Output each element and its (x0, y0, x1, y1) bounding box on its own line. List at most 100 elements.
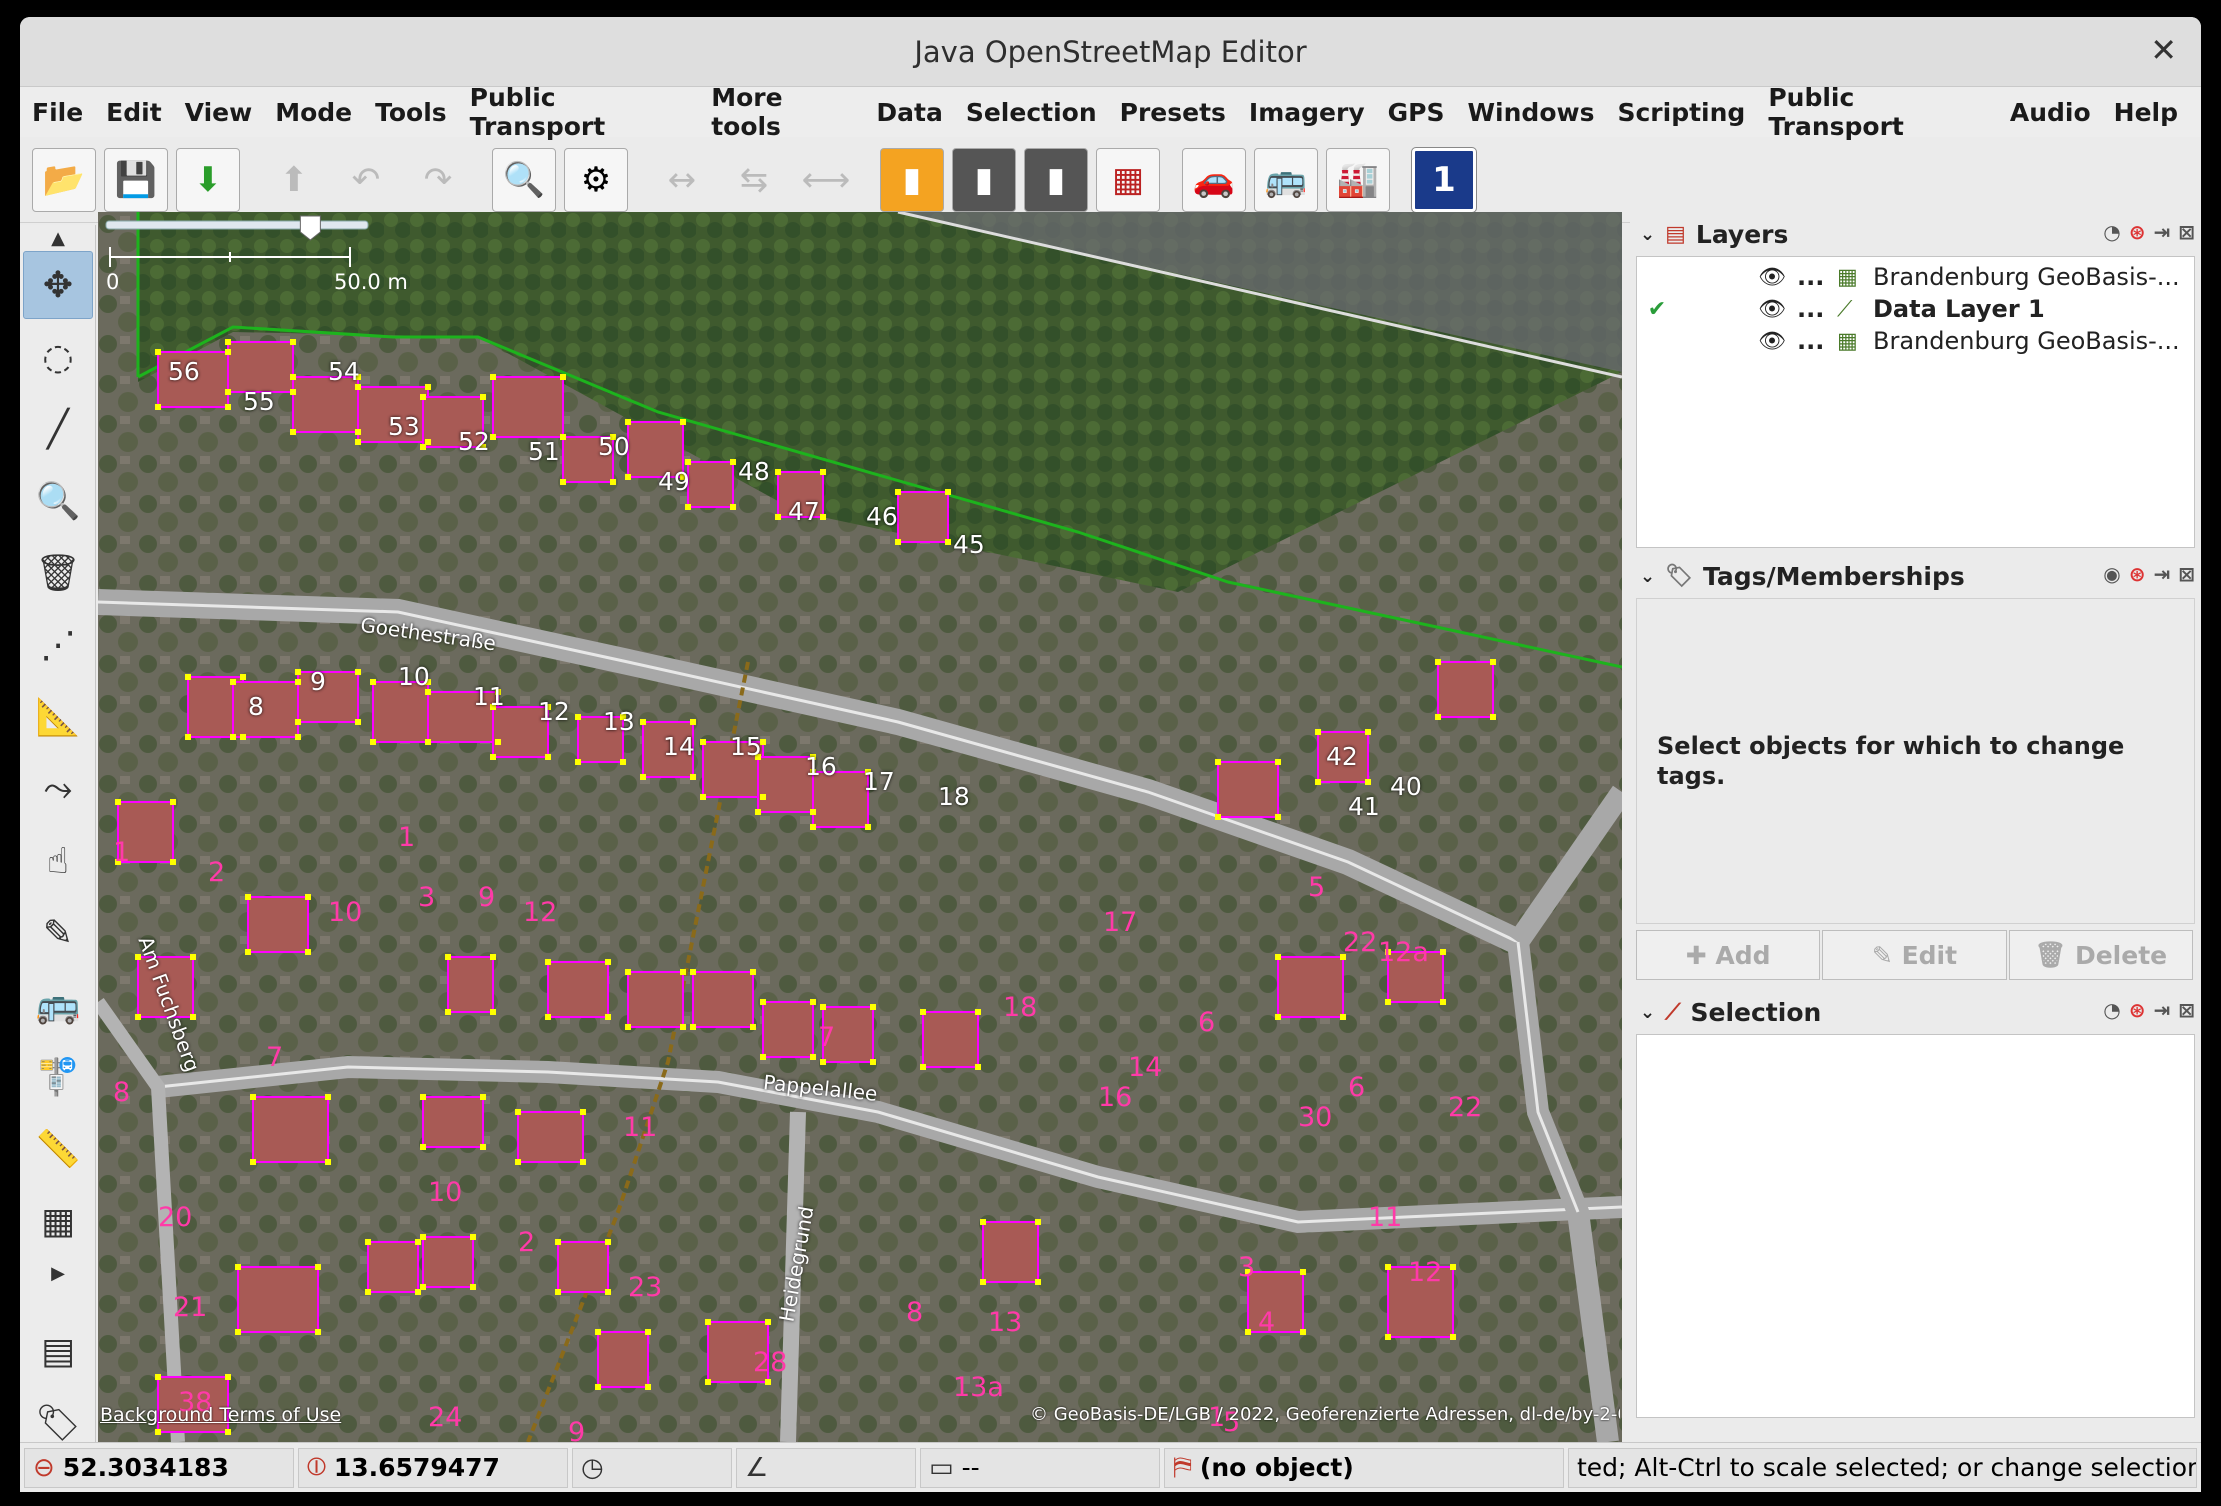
preset-car-icon[interactable]: 🚗 (1182, 147, 1246, 212)
way-node[interactable] (240, 734, 246, 740)
way-node[interactable] (560, 479, 566, 485)
way-node[interactable] (1490, 714, 1496, 720)
way-node[interactable] (980, 1219, 986, 1225)
way-node[interactable] (760, 999, 766, 1005)
way-node[interactable] (690, 774, 696, 780)
way-node[interactable] (1440, 949, 1446, 955)
way-node[interactable] (705, 1319, 711, 1325)
building-area[interactable] (597, 1331, 649, 1388)
building-area[interactable] (762, 1001, 814, 1058)
close-icon[interactable]: ⊠ (2178, 998, 2195, 1022)
way-node[interactable] (1435, 659, 1441, 665)
save-icon[interactable]: 💾 (104, 147, 168, 212)
way-node[interactable] (810, 809, 816, 815)
way-node[interactable] (170, 859, 176, 865)
preset-bus-icon[interactable]: 🚌 (1254, 147, 1318, 212)
way-node[interactable] (315, 1264, 321, 1270)
layers-panel-header[interactable]: ⌄ ▤ Layers ◔ ⊛ ⇥ ⊠ (1630, 212, 2201, 256)
eye-icon[interactable]: 👁 (1747, 265, 1797, 290)
layer-row[interactable]: 👁... ▦ Brandenburg GeoBasis-... (1637, 325, 2194, 357)
way-node[interactable] (135, 1014, 141, 1020)
way-node[interactable] (190, 954, 196, 960)
building-area[interactable] (1247, 1271, 1304, 1333)
improve-way-mode-icon[interactable]: ⋰ (23, 611, 93, 679)
way-node[interactable] (760, 794, 766, 800)
layer-opacity-menu[interactable]: ... (1797, 295, 1837, 323)
way-node[interactable] (290, 389, 296, 395)
way-node[interactable] (305, 894, 311, 900)
way-node[interactable] (690, 1024, 696, 1030)
way-node[interactable] (1300, 1329, 1306, 1335)
parallel-mode-icon[interactable]: 📐 (23, 683, 93, 751)
way-node[interactable] (765, 1379, 771, 1385)
way-node[interactable] (355, 719, 361, 725)
collapse-icon[interactable]: ⌄ (1640, 224, 1655, 245)
measure-icon[interactable]: 📏 (23, 1115, 93, 1183)
menu-presets[interactable]: Presets (1120, 98, 1226, 127)
way-node[interactable] (980, 1279, 986, 1285)
way-node[interactable] (420, 1234, 426, 1240)
way-node[interactable] (625, 969, 631, 975)
way-node[interactable] (975, 1064, 981, 1070)
visibility-icon[interactable]: ◔ (2103, 220, 2120, 244)
building-area[interactable] (547, 961, 609, 1018)
way-node[interactable] (775, 469, 781, 475)
way-node[interactable] (640, 719, 646, 725)
way-node[interactable] (555, 1239, 561, 1245)
way-node[interactable] (870, 1004, 876, 1010)
undo-icon[interactable]: ↶ (334, 148, 398, 212)
way-node[interactable] (1450, 1264, 1456, 1270)
menu-scripting[interactable]: Scripting (1617, 98, 1745, 127)
layer-row[interactable]: 👁... ▦ Brandenburg GeoBasis-... (1637, 261, 2194, 293)
preset-road-icon[interactable]: ▮ (880, 147, 944, 212)
way-node[interactable] (625, 419, 631, 425)
way-node[interactable] (230, 679, 236, 685)
way-node[interactable] (625, 1024, 631, 1030)
way-node[interactable] (645, 1384, 651, 1390)
way-node[interactable] (920, 1064, 926, 1070)
way-node[interactable] (895, 539, 901, 545)
way-node[interactable] (810, 999, 816, 1005)
preset-route-1-icon[interactable]: 1 (1411, 146, 1477, 213)
tags-panel-header[interactable]: ⌄ 🏷 Tags/Memberships ◉ ⊛ ⇥ ⊠ (1630, 554, 2201, 598)
building-area[interactable] (687, 461, 734, 508)
way-node[interactable] (1440, 999, 1446, 1005)
menu-tools[interactable]: Tools (375, 98, 447, 127)
way-node[interactable] (1315, 779, 1321, 785)
close-icon[interactable]: ⊠ (2178, 220, 2195, 244)
way-node[interactable] (1385, 1264, 1391, 1270)
building-area[interactable] (517, 1111, 584, 1163)
way-node[interactable] (470, 1284, 476, 1290)
building-area[interactable] (1277, 956, 1344, 1018)
way-node[interactable] (445, 954, 451, 960)
way-node[interactable] (420, 394, 426, 400)
preset-industrial-icon[interactable]: 🏭 (1326, 147, 1390, 212)
building-area[interactable] (1217, 761, 1279, 818)
collapse-icon[interactable]: ⌄ (1640, 1002, 1655, 1023)
menu-audio[interactable]: Audio (2010, 98, 2091, 127)
way-node[interactable] (1215, 759, 1221, 765)
building-area[interactable] (252, 1096, 329, 1163)
way-node[interactable] (620, 759, 626, 765)
way-node[interactable] (680, 419, 686, 425)
way-node[interactable] (560, 374, 566, 380)
way-node[interactable] (250, 1159, 256, 1165)
way-node[interactable] (865, 824, 871, 830)
menu-view[interactable]: View (185, 98, 253, 127)
way-node[interactable] (1035, 1279, 1041, 1285)
map-view[interactable]: 0 50.0 m Goethestraße Pappelallee Heideg… (98, 212, 1622, 1442)
way-node[interactable] (295, 719, 301, 725)
bus-stop-icon[interactable]: 🚌 (23, 971, 93, 1039)
way-node[interactable] (295, 679, 301, 685)
split-way-icon[interactable]: ↔ (650, 148, 714, 212)
way-node[interactable] (700, 739, 706, 745)
extrude-mode-icon[interactable]: ⤳ (23, 755, 93, 823)
way-node[interactable] (820, 1004, 826, 1010)
building-area[interactable] (982, 1221, 1039, 1283)
way-node[interactable] (190, 1014, 196, 1020)
way-node[interactable] (730, 459, 736, 465)
way-node[interactable] (225, 349, 231, 355)
menu-selection[interactable]: Selection (966, 98, 1097, 127)
building-area[interactable] (1437, 661, 1494, 718)
way-node[interactable] (1365, 729, 1371, 735)
